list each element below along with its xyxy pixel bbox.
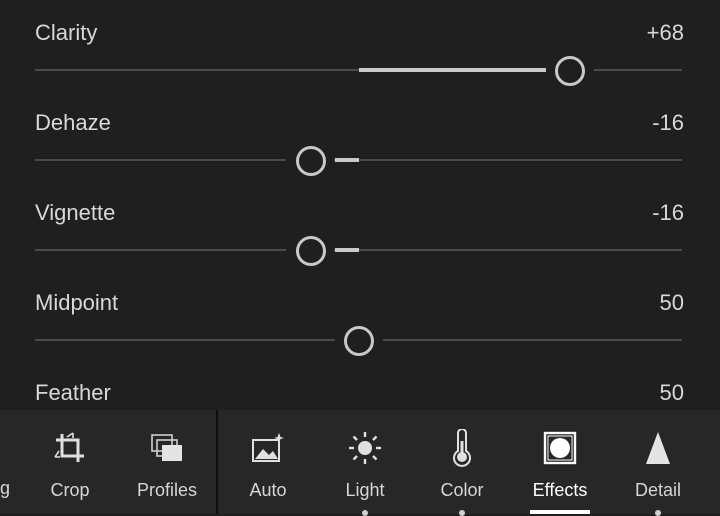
slider-row-feather: Feather 50 xyxy=(0,360,720,410)
tool-label: Light xyxy=(345,480,385,500)
slider-label: Dehaze xyxy=(35,110,111,135)
slider-thumb[interactable] xyxy=(296,146,326,176)
slider-row-vignette: Vignette -16 xyxy=(0,180,720,270)
slider-thumb[interactable] xyxy=(296,236,326,266)
tool-label: Detail xyxy=(634,480,682,500)
auto-icon xyxy=(252,433,284,462)
slider-value[interactable]: -16 xyxy=(652,110,684,136)
tool-label: Crop xyxy=(50,480,90,500)
tool-label: Auto xyxy=(249,480,287,500)
offscreen-tool-label: g xyxy=(0,478,11,498)
slider-fill xyxy=(335,248,359,252)
tool-detail[interactable]: Detail xyxy=(613,410,703,516)
profiles-icon xyxy=(151,434,182,461)
tool-crop[interactable]: Crop xyxy=(25,410,115,514)
crop-icon xyxy=(54,432,84,462)
slider-row-midpoint: Midpoint 50 xyxy=(0,270,720,360)
effects-icon xyxy=(543,431,577,465)
slider-thumb[interactable] xyxy=(344,326,374,356)
adjusted-indicator xyxy=(655,510,661,516)
tool-profiles[interactable]: Profiles xyxy=(122,410,212,514)
tool-light[interactable]: Light xyxy=(320,410,410,516)
slider-value[interactable]: -16 xyxy=(652,200,684,226)
tool-label: Color xyxy=(440,480,484,500)
tool-auto[interactable]: Auto xyxy=(223,410,313,514)
slider-value[interactable]: +68 xyxy=(647,20,684,46)
tool-color[interactable]: Color xyxy=(417,410,507,516)
edit-toolbar: Crop Profiles Auto Light Color Effects D… xyxy=(0,410,720,516)
slider-label: Feather xyxy=(35,380,111,405)
slider-row-clarity: Clarity +68 xyxy=(0,0,720,90)
slider-fill xyxy=(335,158,359,162)
slider-value[interactable]: 50 xyxy=(660,380,684,406)
tool-effects[interactable]: Effects xyxy=(515,410,605,514)
toolbar-divider xyxy=(216,410,218,514)
tool-label: Effects xyxy=(532,480,588,500)
detail-icon xyxy=(646,432,670,464)
active-tab-indicator xyxy=(530,510,590,514)
slider-row-dehaze: Dehaze -16 xyxy=(0,90,720,180)
slider-fill xyxy=(359,68,547,72)
effects-panel: Clarity +68 Dehaze -16 Vignette -16 Midp… xyxy=(0,0,720,410)
slider-value[interactable]: 50 xyxy=(660,290,684,316)
slider-label: Vignette xyxy=(35,200,116,225)
thermometer-icon xyxy=(453,429,471,467)
slider-thumb[interactable] xyxy=(555,56,585,86)
light-icon xyxy=(349,432,381,464)
adjusted-indicator xyxy=(362,510,368,516)
slider-label: Clarity xyxy=(35,20,98,45)
adjusted-indicator xyxy=(459,510,465,516)
slider-label: Midpoint xyxy=(35,290,119,315)
tool-label: Profiles xyxy=(136,480,198,500)
